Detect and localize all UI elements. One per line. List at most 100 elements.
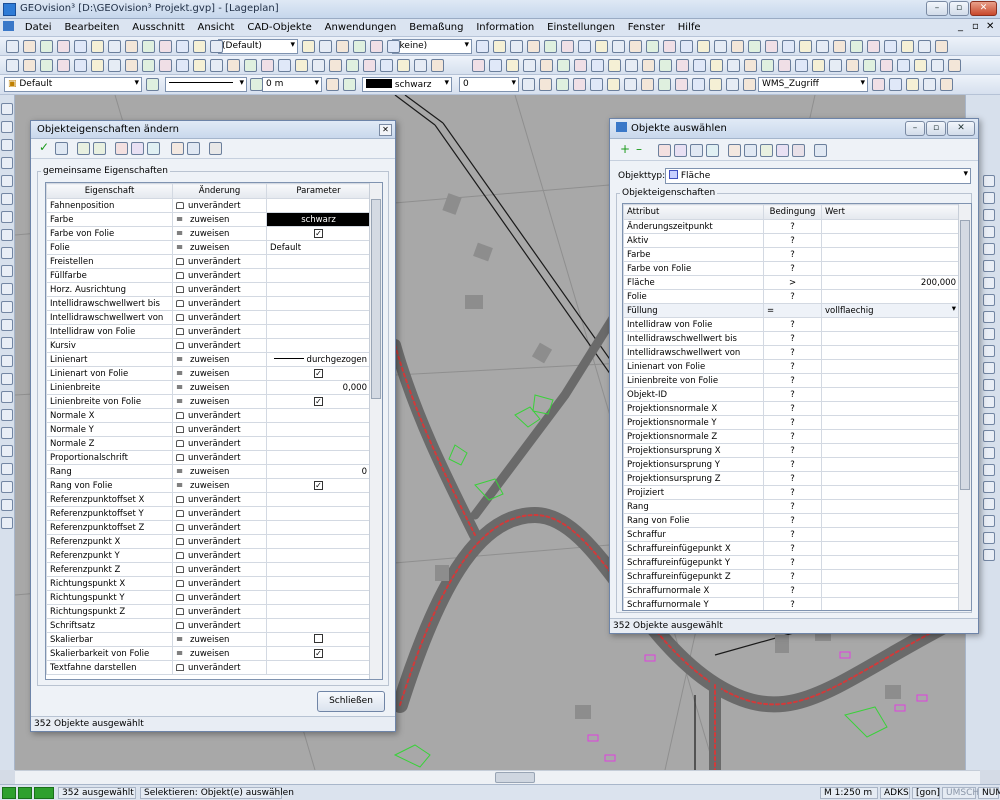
right-tool-icon[interactable] — [983, 209, 995, 221]
property-row[interactable]: Referenzpunktoffset Z unverändert — [46, 520, 371, 535]
menu-hilfe[interactable]: Hilfe — [673, 20, 706, 35]
condition-row[interactable]: Farbe von Folie? — [623, 261, 960, 276]
toolbar-tool-icon[interactable] — [159, 40, 172, 53]
left-tool-icon[interactable] — [1, 499, 13, 511]
property-change[interactable]: = zuweisen — [172, 366, 267, 381]
toolbar-tool-icon[interactable] — [765, 40, 778, 53]
parameter-checkbox[interactable] — [314, 633, 323, 643]
menu-bemassung[interactable]: Bemaßung — [404, 20, 468, 35]
toolbar-tool-icon[interactable] — [108, 40, 121, 53]
property-change[interactable]: unverändert — [172, 198, 267, 213]
condition-value[interactable] — [821, 317, 960, 332]
col-attribut[interactable]: Attribut — [623, 204, 764, 220]
condition-row[interactable]: Aktiv? — [623, 233, 960, 248]
property-parameter[interactable] — [266, 422, 371, 437]
condition-row[interactable]: Objekt-ID? — [623, 387, 960, 402]
menu-anwendungen[interactable]: Anwendungen — [320, 20, 402, 35]
parameter-checkbox[interactable]: ✓ — [314, 368, 323, 378]
condition-value[interactable] — [821, 541, 960, 556]
property-tool-icon[interactable] — [658, 78, 671, 91]
dialog-left-close-icon[interactable]: ✕ — [379, 124, 392, 136]
object-type-combo[interactable]: Fläche — [665, 168, 971, 184]
condition-row[interactable]: Projiziert? — [623, 485, 960, 500]
property-change[interactable]: = zuweisen — [172, 478, 267, 493]
property-parameter[interactable]: ✓ — [266, 226, 371, 241]
draw-tool-icon[interactable] — [523, 59, 536, 72]
left-tool-icon[interactable] — [1, 139, 13, 151]
property-row[interactable]: Linienart = zuweisen durchgezogen — [46, 352, 371, 367]
property-change[interactable]: = zuweisen — [172, 352, 267, 367]
property-row[interactable]: Referenzpunktoffset Y unverändert — [46, 506, 371, 521]
condition-row[interactable]: Projektionsursprung Z? — [623, 471, 960, 486]
dialog-right-maximize-button[interactable]: ▫ — [926, 121, 946, 136]
draw-tool-icon[interactable] — [795, 59, 808, 72]
condition-row[interactable]: Projektionsursprung X? — [623, 443, 960, 458]
condition-row[interactable]: Rang? — [623, 499, 960, 514]
menu-ansicht[interactable]: Ansicht — [193, 20, 240, 35]
condition-row[interactable]: Projektionsursprung Y? — [623, 457, 960, 472]
property-row[interactable]: Fahnenposition unverändert — [46, 198, 371, 213]
property-row[interactable]: Referenzpunkt Y unverändert — [46, 548, 371, 563]
property-parameter[interactable] — [266, 282, 371, 297]
toolbar-tool-icon[interactable] — [193, 40, 206, 53]
condition-row[interactable]: Schraffurnormale Y? — [623, 597, 960, 610]
toolbar-tool-icon[interactable] — [387, 40, 400, 53]
property-parameter[interactable] — [266, 436, 371, 451]
condition-operator[interactable]: ? — [763, 373, 822, 388]
condition-value[interactable]: 200,000 — [821, 275, 960, 290]
condition-value[interactable]: vollflaechig ▾ — [821, 303, 960, 318]
draw-tool-icon[interactable] — [23, 59, 36, 72]
condition-value[interactable] — [821, 345, 960, 360]
left-tool-icon[interactable] — [1, 229, 13, 241]
condition-row[interactable]: Schraffurnormale X? — [623, 583, 960, 598]
right-tool-icon[interactable] — [983, 226, 995, 238]
rank-field[interactable]: 0 — [459, 77, 519, 92]
draw-tool-icon[interactable] — [244, 59, 257, 72]
left-tool-icon[interactable] — [1, 463, 13, 475]
condition-value[interactable] — [821, 289, 960, 304]
dialog-right-close-button[interactable]: ✕ — [947, 121, 975, 136]
property-tool-icon[interactable] — [250, 78, 263, 91]
draw-tool-icon[interactable] — [414, 59, 427, 72]
toolbar-tool-icon[interactable] — [833, 40, 846, 53]
draw-tool-icon[interactable] — [761, 59, 774, 72]
condition-value[interactable] — [821, 373, 960, 388]
toolbar-tool-icon[interactable] — [476, 40, 489, 53]
condition-operator[interactable]: ? — [763, 401, 822, 416]
left-tool-icon[interactable] — [1, 265, 13, 277]
right-tool-icon[interactable] — [983, 430, 995, 442]
right-tool-icon[interactable] — [983, 243, 995, 255]
condition-row[interactable]: Schraffur? — [623, 527, 960, 542]
toolbar-tool-icon[interactable] — [680, 40, 693, 53]
property-parameter[interactable] — [266, 338, 371, 353]
toolbar-tool-icon[interactable] — [816, 40, 829, 53]
right-tool-icon[interactable] — [983, 447, 995, 459]
property-row[interactable]: Proportionalschrift unverändert — [46, 450, 371, 465]
property-row[interactable]: Rang von Folie = zuweisen ✓ — [46, 478, 371, 493]
tool-icon[interactable] — [171, 142, 184, 155]
property-change[interactable]: = zuweisen — [172, 632, 267, 647]
property-parameter[interactable]: 0,000 — [266, 380, 371, 395]
condition-operator[interactable]: ? — [763, 219, 822, 234]
right-tool-icon[interactable] — [983, 481, 995, 493]
draw-tool-icon[interactable] — [346, 59, 359, 72]
property-row[interactable]: Intellidrawschwellwert von unverändert — [46, 310, 371, 325]
condition-operator[interactable]: ? — [763, 499, 822, 514]
condition-value[interactable] — [821, 247, 960, 262]
property-change[interactable]: unverändert — [172, 534, 267, 549]
condition-operator[interactable]: ? — [763, 527, 822, 542]
draw-tool-icon[interactable] — [744, 59, 757, 72]
draw-tool-icon[interactable] — [210, 59, 223, 72]
property-parameter[interactable] — [266, 562, 371, 577]
property-parameter[interactable] — [266, 408, 371, 423]
draw-tool-icon[interactable] — [693, 59, 706, 72]
mdi-restore-icon[interactable]: ▫ — [972, 21, 979, 32]
draw-tool-icon[interactable] — [710, 59, 723, 72]
col-bedingung[interactable]: Bedingung — [763, 204, 822, 220]
property-parameter[interactable] — [266, 548, 371, 563]
condition-operator[interactable]: ? — [763, 331, 822, 346]
toolbar-tool-icon[interactable] — [210, 40, 223, 53]
info-filter-icon[interactable] — [760, 144, 773, 157]
draw-tool-icon[interactable] — [778, 59, 791, 72]
condition-operator[interactable]: ? — [763, 429, 822, 444]
